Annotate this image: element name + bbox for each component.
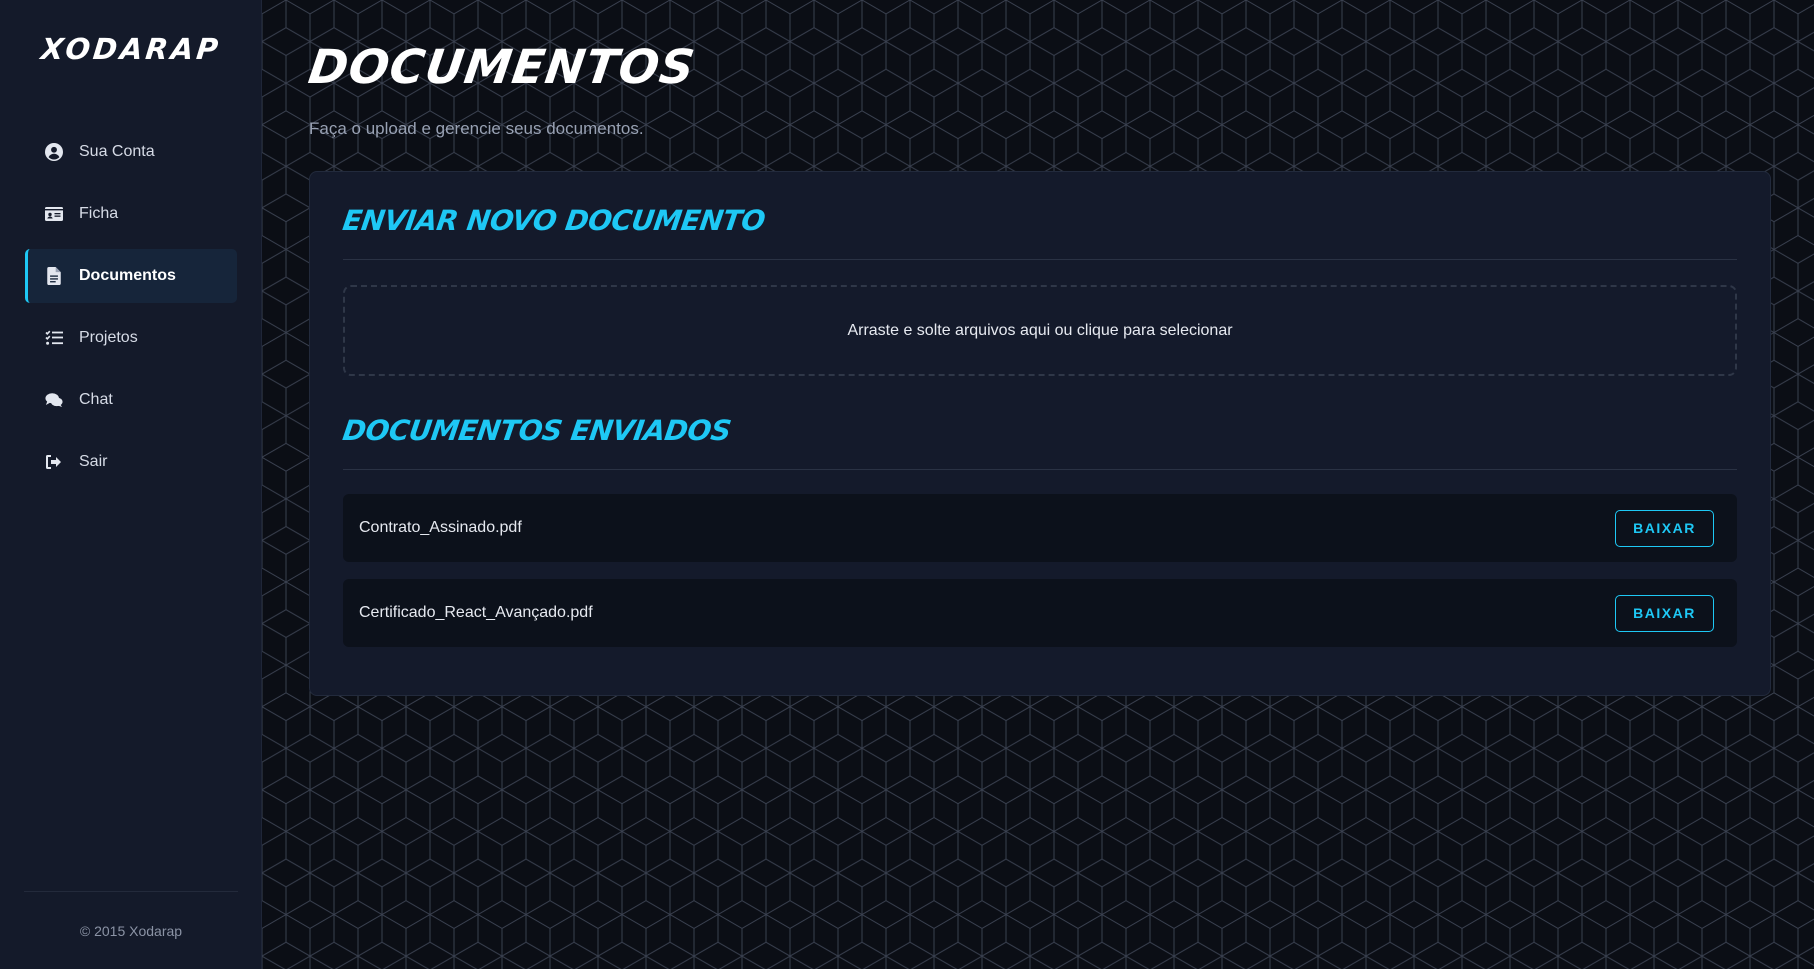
- main-content: DOCUMENTOS Faça o upload e gerencie seus…: [262, 0, 1814, 969]
- sidebar: XODARAP Sua Conta Ficha Documentos Proje…: [0, 0, 262, 969]
- file-icon: [43, 265, 65, 287]
- sidebar-item-label: Ficha: [79, 205, 119, 222]
- sidebar-nav: Sua Conta Ficha Documentos Projetos Chat…: [25, 125, 237, 497]
- sidebar-item-projetos[interactable]: Projetos: [25, 311, 237, 365]
- document-name: Certificado_React_Avançado.pdf: [359, 604, 593, 621]
- app-logo[interactable]: XODARAP: [0, 32, 264, 66]
- page-content: DOCUMENTOS Faça o upload e gerencie seus…: [305, 0, 1771, 696]
- sidebar-item-ficha[interactable]: Ficha: [25, 187, 237, 241]
- sidebar-footer: © 2015 Xodarap: [24, 891, 238, 969]
- chat-bubbles-icon: [43, 389, 65, 411]
- app-root: XODARAP Sua Conta Ficha Documentos Proje…: [0, 0, 1814, 969]
- divider: [343, 259, 1737, 260]
- sidebar-item-label: Documentos: [79, 267, 176, 284]
- page-subtitle: Faça o upload e gerencie seus documentos…: [309, 119, 644, 138]
- file-dropzone[interactable]: Arraste e solte arquivos aqui ou clique …: [343, 285, 1737, 376]
- upload-section-title: ENVIAR NOVO DOCUMENTO: [340, 204, 768, 237]
- document-row: Contrato_Assinado.pdf BAIXAR: [343, 494, 1737, 562]
- id-card-icon: [43, 203, 65, 225]
- uploaded-section-title: DOCUMENTOS ENVIADOS: [340, 414, 733, 447]
- page-title: DOCUMENTOS: [305, 40, 699, 95]
- sidebar-item-label: Projetos: [79, 329, 138, 346]
- user-circle-icon: [43, 141, 65, 163]
- download-button[interactable]: BAIXAR: [1615, 594, 1714, 632]
- dropzone-text: Arraste e solte arquivos aqui ou clique …: [847, 321, 1233, 339]
- sidebar-item-documentos[interactable]: Documentos: [25, 249, 237, 303]
- sidebar-item-sair[interactable]: Sair: [25, 435, 237, 489]
- sidebar-item-label: Chat: [79, 391, 113, 408]
- sidebar-item-chat[interactable]: Chat: [25, 373, 237, 427]
- document-row: Certificado_React_Avançado.pdf BAIXAR: [343, 579, 1737, 647]
- sidebar-item-label: Sair: [79, 453, 108, 470]
- document-name: Contrato_Assinado.pdf: [359, 519, 522, 536]
- documents-card: ENVIAR NOVO DOCUMENTO Arraste e solte ar…: [309, 171, 1771, 696]
- sidebar-item-label: Sua Conta: [79, 143, 155, 160]
- download-button[interactable]: BAIXAR: [1615, 509, 1714, 547]
- sidebar-item-sua-conta[interactable]: Sua Conta: [25, 125, 237, 179]
- task-list-icon: [43, 327, 65, 349]
- divider: [343, 469, 1737, 470]
- sign-out-icon: [43, 451, 65, 473]
